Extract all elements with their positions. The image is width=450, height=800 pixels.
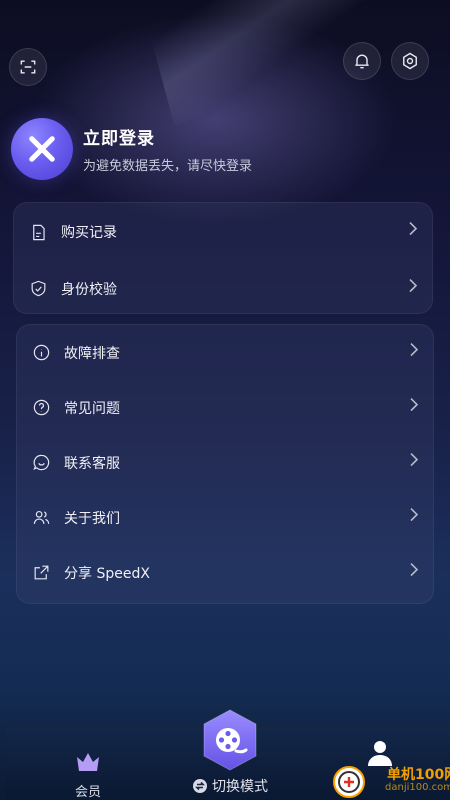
login-title[interactable]: 立即登录 [83, 124, 252, 149]
scan-icon [20, 60, 36, 74]
users-icon [31, 508, 51, 528]
watermark-url: danji100.com [385, 782, 450, 793]
chevron-right-icon [409, 451, 419, 470]
film-reel-icon [203, 709, 257, 771]
menu-item-label: 关于我们 [64, 510, 120, 527]
chevron-right-icon [409, 506, 419, 525]
tab-label: 会员 [74, 785, 101, 800]
menu-item-purchase-history[interactable]: 购买记录 [14, 203, 432, 261]
settings-button[interactable] [391, 42, 429, 80]
chevron-right-icon [408, 277, 418, 296]
login-profile[interactable]: 立即登录 为避免数据丢失，请尽快登录 [11, 118, 252, 180]
switch-mode-button[interactable]: 切换模式 [193, 776, 268, 796]
chevron-right-icon [409, 561, 419, 580]
menu-item-contact-support[interactable]: 联系客服 [17, 435, 433, 490]
avatar[interactable] [11, 118, 73, 180]
menu-item-share-speedx[interactable]: 分享 SpeedX [17, 545, 433, 600]
chevron-right-icon [409, 396, 419, 415]
share-icon [31, 563, 51, 583]
menu-item-label: 联系客服 [64, 455, 120, 472]
gear-icon [403, 52, 417, 70]
chevron-right-icon [409, 341, 419, 360]
menu-item-label: 身份校验 [61, 281, 117, 298]
crown-icon [77, 753, 99, 771]
support-card: 故障排查 常见问题 联系客服 关于我们 分享 SpeedX [16, 324, 434, 604]
notifications-button[interactable] [343, 42, 381, 80]
swap-icon [193, 779, 207, 793]
watermark-title: 单机100网 [387, 767, 450, 783]
watermark-logo-icon [333, 766, 365, 798]
watermark: 单机100网 danji100.com [333, 762, 450, 800]
login-subtitle: 为避免数据丢失，请尽快登录 [83, 159, 253, 174]
menu-item-troubleshooting[interactable]: 故障排查 [17, 325, 433, 380]
center-play-button[interactable] [198, 708, 262, 772]
receipt-icon [28, 222, 48, 242]
speedx-logo-icon [29, 136, 55, 162]
account-card: 购买记录 身份校验 [13, 202, 433, 314]
switch-mode-label: 切换模式 [212, 779, 268, 795]
info-icon [31, 343, 51, 363]
menu-item-label: 分享 SpeedX [64, 565, 150, 582]
chevron-right-icon [408, 221, 418, 240]
bell-icon [355, 54, 369, 69]
chat-icon [31, 453, 51, 473]
tab-member[interactable]: 会员 [66, 751, 110, 800]
menu-item-identity-verification[interactable]: 身份校验 [14, 261, 432, 316]
menu-item-faq[interactable]: 常见问题 [17, 380, 433, 435]
menu-item-label: 购买记录 [61, 225, 117, 241]
question-icon [31, 398, 51, 418]
menu-item-about-us[interactable]: 关于我们 [17, 490, 433, 545]
menu-item-label: 常见问题 [64, 400, 120, 417]
menu-item-label: 故障排查 [64, 345, 120, 362]
scan-button[interactable] [9, 48, 47, 86]
shield-check-icon [28, 279, 48, 299]
